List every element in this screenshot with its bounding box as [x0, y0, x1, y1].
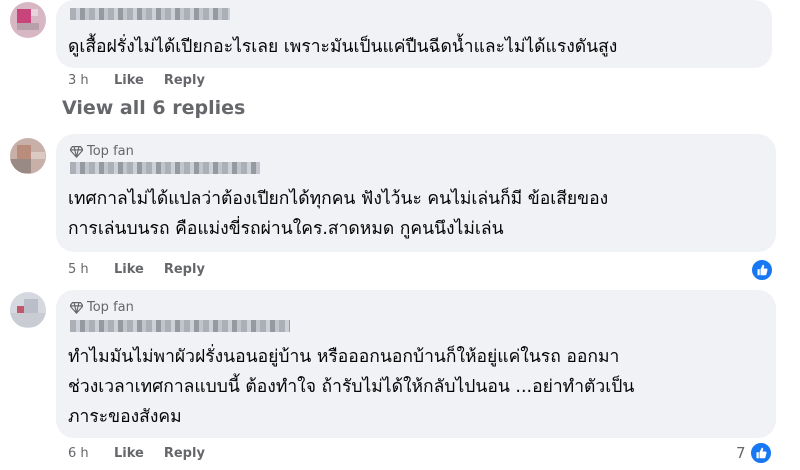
author-name-blurred[interactable]	[70, 162, 260, 174]
top-fan-label: Top fan	[87, 300, 134, 315]
comment-bubble: ดูเสื้อฝรั่งไม่ได้เปียกอะไรเลย เพราะมันเ…	[56, 0, 772, 68]
reaction-count: 7	[736, 444, 746, 462]
comment-time[interactable]: 5 h	[68, 262, 114, 277]
like-button[interactable]: Like	[114, 446, 144, 461]
top-fan-badge: Top fan	[70, 144, 134, 159]
comment-actions: 3 h Like Reply	[68, 73, 225, 88]
comment-time[interactable]: 6 h	[68, 446, 114, 461]
author-name-blurred[interactable]	[70, 320, 290, 332]
like-button[interactable]: Like	[114, 262, 144, 277]
reply-button[interactable]: Reply	[164, 446, 205, 461]
view-all-replies-link[interactable]: View all 6 replies	[62, 97, 245, 119]
author-name-blurred[interactable]	[70, 8, 230, 20]
avatar[interactable]	[10, 138, 46, 174]
like-button[interactable]: Like	[114, 73, 144, 88]
comment-time[interactable]: 3 h	[68, 73, 114, 88]
comment-text: ดูเสื้อฝรั่งไม่ได้เปียกอะไรเลย เพราะมันเ…	[68, 37, 618, 57]
diamond-icon	[70, 302, 83, 314]
avatar[interactable]	[10, 2, 46, 38]
diamond-icon	[70, 146, 83, 158]
comment-actions: 6 h Like Reply	[68, 446, 225, 461]
reply-button[interactable]: Reply	[164, 73, 205, 88]
thumbs-up-icon	[750, 258, 774, 282]
comment-text: เทศกาลไม่ได้แปลว่าต้องเปียกได้ทุกคน ฟังไ…	[68, 189, 609, 239]
comment-bubble: Top fan ทำไมมันไม่พาผัวฝรั่งนอนอยู่บ้าน …	[56, 290, 776, 438]
comment-actions: 5 h Like Reply	[68, 262, 225, 277]
reaction-summary[interactable]	[750, 258, 774, 282]
top-fan-badge: Top fan	[70, 300, 134, 315]
comments-thread: ดูเสื้อฝรั่งไม่ได้เปียกอะไรเลย เพราะมันเ…	[0, 0, 800, 470]
comment-bubble: Top fan เทศกาลไม่ได้แปลว่าต้องเปียกได้ทุ…	[56, 134, 776, 252]
top-fan-label: Top fan	[87, 144, 134, 159]
reaction-summary[interactable]: 7	[736, 441, 773, 465]
reply-button[interactable]: Reply	[164, 262, 205, 277]
avatar[interactable]	[10, 292, 46, 328]
comment-text: ทำไมมันไม่พาผัวฝรั่งนอนอยู่บ้าน หรือออกน…	[68, 347, 635, 427]
thumbs-up-icon	[748, 441, 773, 465]
